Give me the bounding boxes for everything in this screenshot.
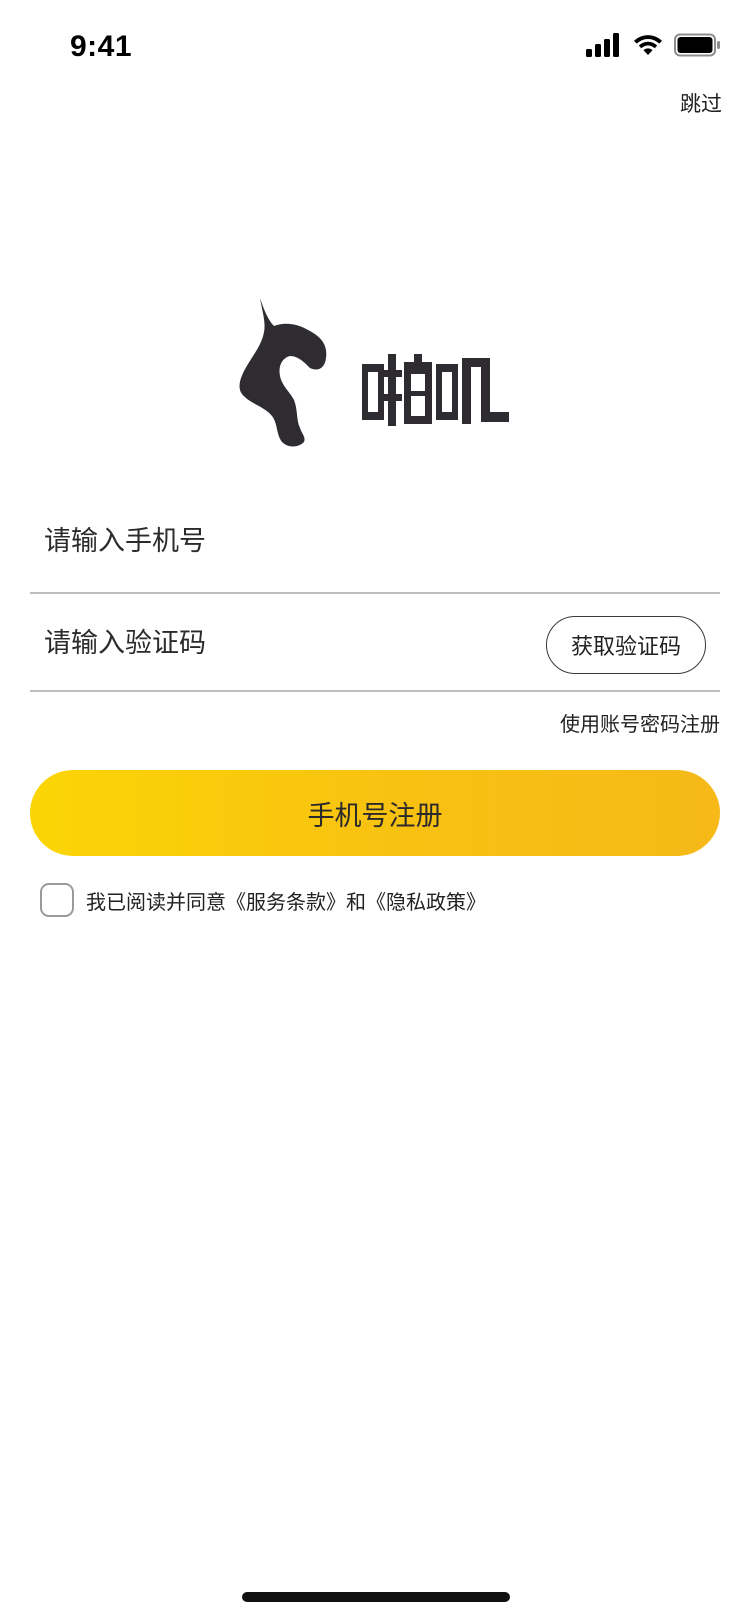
status-bar: 9:41 xyxy=(0,0,750,96)
agreement-conjunction: 和 xyxy=(346,889,366,914)
phone-field-row xyxy=(30,490,720,594)
terms-link[interactable]: 《服务条款》 xyxy=(226,890,346,914)
brand-logo-icon xyxy=(239,298,327,447)
phone-register-button[interactable]: 手机号注册 xyxy=(30,770,720,856)
brand-logo: 啪叽 xyxy=(238,296,514,456)
skip-link[interactable]: 跳过 xyxy=(680,88,722,118)
status-icons xyxy=(586,30,722,60)
account-password-register-link[interactable]: 使用账号密码注册 xyxy=(560,708,720,737)
wifi-icon xyxy=(632,33,664,57)
agreement-prefix: 我已阅读并同意 xyxy=(86,889,226,914)
battery-icon xyxy=(674,33,722,57)
phone-input[interactable] xyxy=(44,490,504,592)
agreement-checkbox[interactable] xyxy=(40,883,74,917)
agreement-text: 我已阅读并同意《服务条款》和《隐私政策》 xyxy=(86,886,486,915)
agreement-row: 我已阅读并同意《服务条款》和《隐私政策》 xyxy=(40,882,486,918)
register-screen: 9:41 跳过 啪叽 请输入手机号 请输入验证码 获取验证码 使用账号密码注册 … xyxy=(0,0,750,1624)
brand-wordmark xyxy=(362,354,509,426)
privacy-link[interactable]: 《隐私政策》 xyxy=(366,890,486,914)
code-field-row: 获取验证码 xyxy=(30,596,720,692)
get-code-button[interactable]: 获取验证码 xyxy=(546,616,706,674)
verification-code-input[interactable] xyxy=(44,596,504,690)
cellular-signal-icon xyxy=(586,33,622,57)
status-time: 9:41 xyxy=(70,30,133,63)
home-indicator xyxy=(242,1592,510,1602)
